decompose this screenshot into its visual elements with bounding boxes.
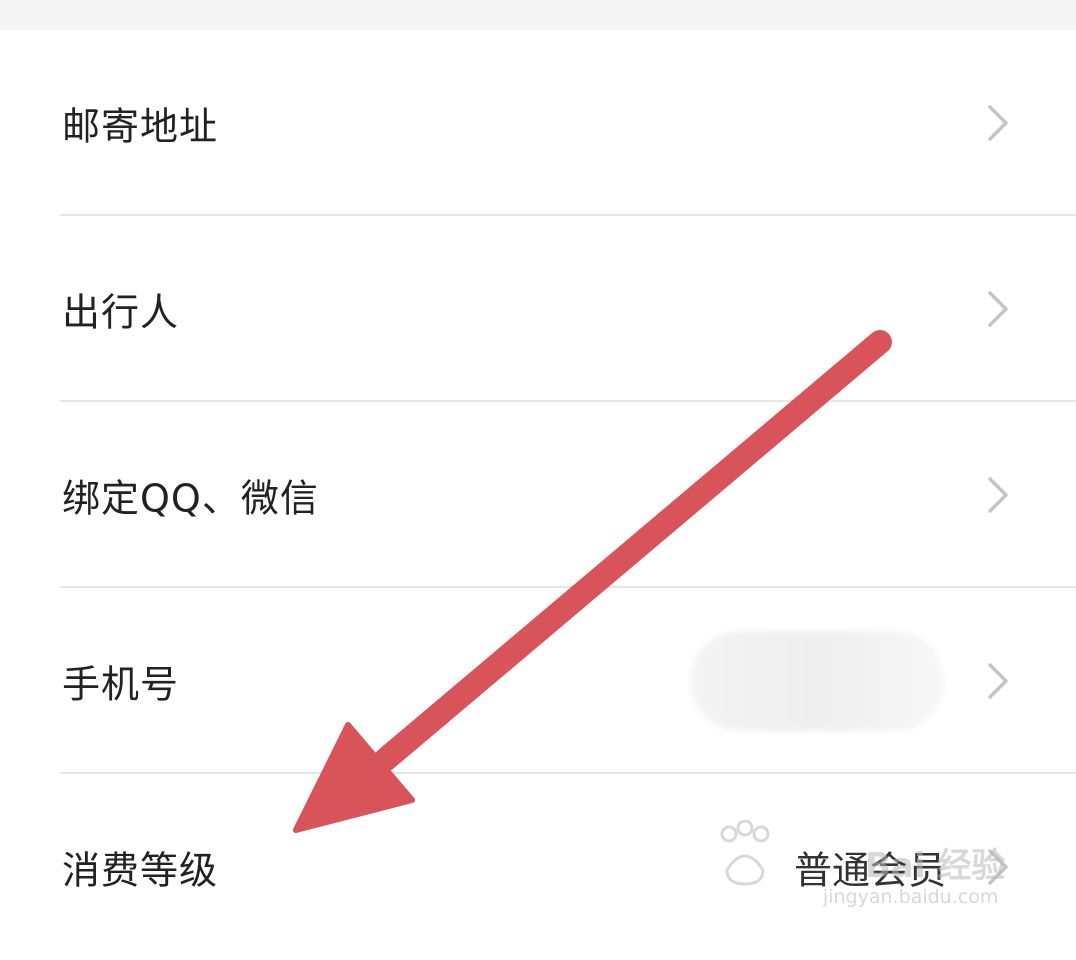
membership-level-value: 普通会员 — [793, 848, 946, 893]
settings-item-bind-qq-wechat[interactable]: 绑定QQ、微信 — [0, 402, 1076, 588]
chevron-right-icon — [988, 477, 1008, 513]
settings-item-label: 邮寄地址 — [62, 104, 219, 149]
chevron-right-icon — [988, 105, 1008, 141]
settings-list: 邮寄地址 出行人 绑定QQ、微信 手机号 消费等级 普通会员 — [0, 30, 1076, 960]
redacted-phone-value — [690, 631, 945, 731]
settings-item-label: 消费等级 — [62, 848, 219, 893]
settings-item-phone-number[interactable]: 手机号 — [0, 588, 1076, 774]
top-strip — [0, 0, 1076, 30]
chevron-right-icon — [988, 849, 1008, 885]
settings-item-label: 手机号 — [62, 662, 180, 707]
settings-item-label: 出行人 — [62, 290, 180, 335]
settings-item-travelers[interactable]: 出行人 — [0, 216, 1076, 402]
chevron-right-icon — [988, 663, 1008, 699]
settings-item-label: 绑定QQ、微信 — [62, 476, 319, 521]
settings-item-mailing-address[interactable]: 邮寄地址 — [0, 30, 1076, 216]
settings-item-consumption-level[interactable]: 消费等级 普通会员 — [0, 774, 1076, 960]
chevron-right-icon — [988, 291, 1008, 327]
